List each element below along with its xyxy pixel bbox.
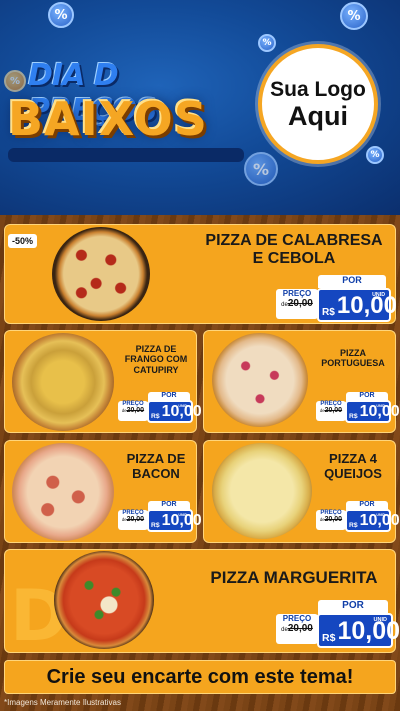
- unit-label: UNID: [376, 404, 385, 408]
- por-label: POR: [318, 600, 388, 614]
- old-price-box: PREÇO de20,00: [276, 614, 318, 644]
- old-price: de20,00: [316, 407, 346, 414]
- product-name-line: PORTUGUESA: [321, 358, 385, 369]
- pizza-calabresa-image: [52, 227, 150, 321]
- product-name: PIZZA DE CALABRESA E CEBOLA: [196, 232, 392, 269]
- new-price-box: R$ 10,00 UNID: [147, 509, 202, 532]
- new-price-box: R$ 10,00 UNID: [317, 288, 397, 322]
- logo-line-1: Sua Logo: [270, 77, 366, 101]
- product-name-line: BACON: [132, 465, 180, 481]
- old-price-box: PREÇO de20,00: [316, 401, 346, 421]
- old-price-value: 20,00: [287, 623, 313, 634]
- product-name-line: PIZZA DE CALABRESA: [205, 232, 383, 249]
- title-plate: [8, 148, 244, 162]
- currency: R$: [151, 412, 160, 420]
- percent-badge-icon: %: [244, 152, 278, 186]
- old-price: de20,00: [316, 516, 346, 523]
- percent-badge-icon: %: [258, 34, 276, 52]
- new-price-box: R$ 10,00 UNID: [147, 400, 202, 423]
- de-label: de: [281, 302, 288, 308]
- product-name-line: PIZZA MARGUERITA: [210, 568, 378, 587]
- old-price-box: PREÇO de20,00: [118, 510, 148, 530]
- currency: R$: [322, 306, 335, 318]
- old-price-box: PREÇO de20,00: [118, 401, 148, 421]
- old-price-value: 20,00: [126, 407, 145, 414]
- product-name: PIZZA MARGUERITA: [196, 568, 392, 588]
- percent-badge-icon: %: [366, 146, 384, 164]
- currency: R$: [349, 521, 358, 529]
- title-block: DIA D PREÇOS BAIXOS: [8, 58, 248, 168]
- product-name: PIZZA PORTUGUESA: [312, 348, 394, 369]
- old-price-value: 20,00: [287, 298, 313, 309]
- old-price: de20,00: [118, 516, 148, 523]
- old-price-box: PREÇO de20,00: [316, 510, 346, 530]
- unit-label: UNID: [372, 292, 385, 298]
- old-price-box: PREÇO de20,00: [276, 289, 318, 319]
- old-price-value: 20,00: [324, 407, 343, 414]
- unit-label: UNID: [376, 513, 385, 517]
- currency: R$: [349, 412, 358, 420]
- pizza-frango-image: [12, 333, 114, 431]
- old-price: de20,00: [276, 298, 318, 309]
- new-price-value: 10,00: [336, 292, 397, 319]
- logo-line-2: Aqui: [288, 100, 348, 131]
- product-name-line: E CEBOLA: [252, 250, 336, 268]
- product-name: PIZZA DE FRANGO COM CATUPIRY: [116, 344, 196, 375]
- pizza-queijos-image: [212, 443, 312, 539]
- discount-badge: -50%: [8, 234, 38, 248]
- old-price-value: 20,00: [324, 516, 343, 523]
- product-name-line: PIZZA: [340, 348, 366, 358]
- cta-banner: Crie seu encarte com este tema!: [4, 660, 396, 694]
- unit-label: UNID: [373, 617, 387, 623]
- product-name: PIZZA 4 QUEIJOS: [312, 451, 394, 482]
- header-banner: % % % % % % DIA D PREÇOS BAIXOS Sua Logo…: [0, 0, 400, 215]
- unit-label: UNID: [178, 404, 187, 408]
- preco-label: PREÇO: [282, 614, 312, 623]
- currency: R$: [322, 631, 336, 644]
- product-name-line: PIZZA 4: [329, 451, 377, 466]
- product-name-line: QUEIJOS: [324, 465, 382, 481]
- product-name: PIZZA DE BACON: [116, 451, 196, 482]
- flyer-page: % % % % % % DIA D PREÇOS BAIXOS Sua Logo…: [0, 0, 400, 711]
- preco-label: PREÇO: [282, 289, 312, 298]
- product-name-line: PIZZA DE: [135, 344, 177, 354]
- de-label: de: [281, 627, 288, 633]
- new-price-value: 10,00: [337, 617, 400, 645]
- por-label: POR: [318, 275, 386, 288]
- product-name-line: FRANGO COM: [124, 354, 188, 365]
- pizza-bacon-image: [12, 443, 114, 541]
- old-price: de20,00: [276, 623, 318, 634]
- pizza-marguerita-image: [54, 551, 154, 649]
- new-price-box: R$ 10,00 UNID: [317, 613, 400, 648]
- logo-placeholder: Sua Logo Aqui: [258, 44, 378, 164]
- new-price-box: R$ 10,00 UNID: [345, 400, 400, 423]
- percent-badge-icon: %: [48, 2, 74, 28]
- unit-label: UNID: [178, 513, 187, 517]
- product-name-line: CATUPIRY: [133, 364, 179, 375]
- old-price: de20,00: [118, 407, 148, 414]
- percent-badge-icon: %: [340, 2, 368, 30]
- product-name-line: PIZZA DE: [126, 451, 186, 466]
- pizza-portuguesa-image: [212, 333, 308, 427]
- title-bottom: BAIXOS: [8, 92, 208, 146]
- currency: R$: [151, 521, 160, 529]
- new-price-box: R$ 10,00 UNID: [345, 509, 400, 532]
- footnote: *Imagens Meramente Ilustrativas: [4, 698, 121, 707]
- old-price-value: 20,00: [126, 516, 145, 523]
